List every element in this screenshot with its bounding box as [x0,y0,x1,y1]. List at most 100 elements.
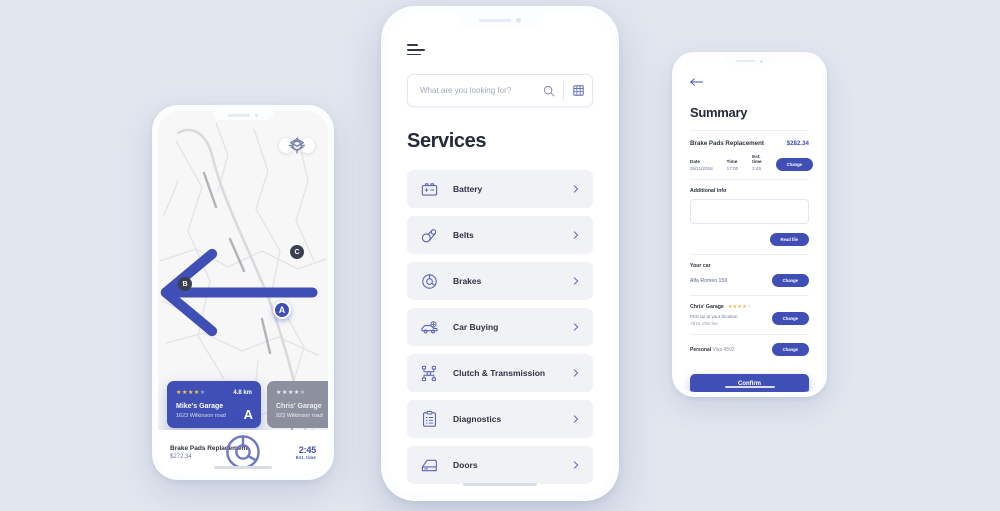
front-camera [254,113,259,118]
brake-disc-icon [422,274,437,289]
service-label: Car Buying [453,322,499,333]
your-car-row: Alfa Romeo 159 Change [690,274,809,287]
garage-address: 923 Wilkinson road [276,413,323,419]
services-screen: Services Battery [389,14,611,493]
meta-value: 2:45 [752,166,762,171]
phone-center-services: Services Battery [381,6,619,501]
garage-rating-stars: ★★★★★ [176,390,206,396]
home-indicator [214,466,272,469]
service-row-battery[interactable]: Battery [407,170,593,209]
service-price: $282.34 [786,140,809,147]
map-pin-b[interactable]: B [178,277,192,291]
back-button[interactable] [690,77,704,87]
garage-rating-stars: ★★★★★ [727,304,752,310]
hamburger-menu-icon[interactable] [407,44,425,56]
search-button[interactable] [535,85,563,97]
car-door-icon [421,459,437,472]
payment-change-button[interactable]: Change [771,343,809,356]
map-locate-button[interactable] [288,137,316,154]
service-row-car-buying[interactable]: Car Buying [407,308,593,347]
summary-payment-section: Personal Visa 4592 Change [690,343,809,364]
locate-icon [288,137,306,154]
search-input[interactable] [420,86,535,96]
meta-value: 17:00 [726,166,739,171]
service-row-brakes[interactable]: Brakes [407,262,593,301]
phone-notch [722,57,777,65]
services-body: Services Battery [389,14,611,493]
page-title: Services [407,130,487,153]
services-list: Battery Belts Brakes Car Buying Clutch &… [407,170,593,485]
home-indicator [463,482,537,486]
additional-info-label: Additional info [690,188,727,194]
filter-button[interactable] [564,84,592,97]
garage-card-primary[interactable]: ★★★★★ 4.8 km Mike's Garage 1623 Wilkinso… [167,381,261,428]
map-canvas[interactable]: A B C ★★★★★ 4.8 km Mike's Garage 1623 Wi… [158,111,328,474]
service-label: Doors [453,460,478,471]
garage-card-list: ★★★★★ 4.8 km Mike's Garage 1623 Wilkinso… [167,381,328,428]
read-file-button[interactable]: Read file [769,233,809,246]
garage-pin-letter: A [243,407,253,422]
service-header-row: Brake Pads Replacement $282.34 [690,140,809,147]
service-change-button[interactable]: Change [775,158,813,171]
front-camera [760,59,763,63]
chevron-right-icon [573,231,579,239]
map-pin-c[interactable]: C [290,245,304,259]
garage-pickup: Pick up at your location [690,314,738,319]
payment-row: Personal Visa 4592 Change [690,343,809,356]
service-label: Brakes [453,276,482,287]
your-car-change-button[interactable]: Change [771,274,809,287]
belts-icon [421,229,437,243]
phone-notch [457,14,543,27]
garage-change-button[interactable]: Change [771,311,809,325]
chevron-right-icon [573,415,579,423]
payment-label: Personal Visa 4592 [690,347,735,353]
garage-distance: 4.8 km [233,389,252,396]
service-label: Clutch & Transmission [453,368,546,379]
additional-info-input[interactable] [690,199,809,224]
service-label: Belts [453,230,474,241]
meta-label: Est. time [752,154,762,164]
clipboard-icon [423,410,436,427]
payment-type: Personal [690,346,712,353]
speaker-grill [736,60,755,62]
chevron-right-icon [573,369,579,377]
service-label: Diagnostics [453,414,502,425]
summary-additional-info-section: Additional info Read file [690,188,809,255]
summary-your-car-section: Your car Alfa Romeo 159 Change [690,263,809,296]
garage-card-secondary[interactable]: ★★★★★ Chris' Garage 923 Wilkinson road [267,381,328,428]
service-row-clutch-transmission[interactable]: Clutch & Transmission [407,354,593,393]
chevron-right-icon [573,185,579,193]
phone-right-summary: Summary Brake Pads Replacement $282.34 D… [672,52,827,397]
chevron-right-icon [573,461,579,469]
map-controls [278,137,316,154]
confirm-button[interactable]: Confirm [690,374,809,392]
garage-name: Mike's Garage [176,403,224,410]
payment-card: Visa 4592 [712,346,735,353]
service-name: Brake Pads Replacement [690,140,764,147]
garage-details: Pick up at your location +$15 Visit fee [690,310,738,326]
service-label: Battery [453,184,483,195]
meta-value: 26/11/2018 [690,166,713,171]
garage-fee: +$15 Visit fee [690,321,718,326]
your-car-label: Your car [690,263,711,269]
home-indicator [724,385,775,388]
summary-body: Summary Brake Pads Replacement $282.34 D… [677,57,822,392]
search-icon [543,85,555,97]
service-row-doors[interactable]: Doors [407,446,593,485]
battery-icon [421,183,438,196]
garage-address: 1623 Wilkinson road [176,413,226,419]
service-row-diagnostics[interactable]: Diagnostics [407,400,593,439]
search-bar[interactable] [407,74,593,108]
map-pin-a[interactable]: A [273,301,291,319]
your-car-value: Alfa Romeo 159 [690,277,728,284]
summary-service-section: Brake Pads Replacement $282.34 Date 26/1… [690,140,813,180]
summary-garage-section: Chris' Garage ★★★★★ Pick up at your loca… [690,304,809,335]
meta-date: Date 26/11/2018 [690,159,713,171]
transmission-icon [421,365,436,382]
service-row-belts[interactable]: Belts [407,216,593,255]
phone-left-map: A B C ★★★★★ 4.8 km Mike's Garage 1623 Wi… [152,105,334,480]
chevron-right-icon [573,277,579,285]
garage-name: Chris' Garage [276,403,322,410]
garage-rating-stars: ★★★★★ [276,390,306,396]
app-mockup-stage: A B C ★★★★★ 4.8 km Mike's Garage 1623 Wi… [0,0,1000,511]
